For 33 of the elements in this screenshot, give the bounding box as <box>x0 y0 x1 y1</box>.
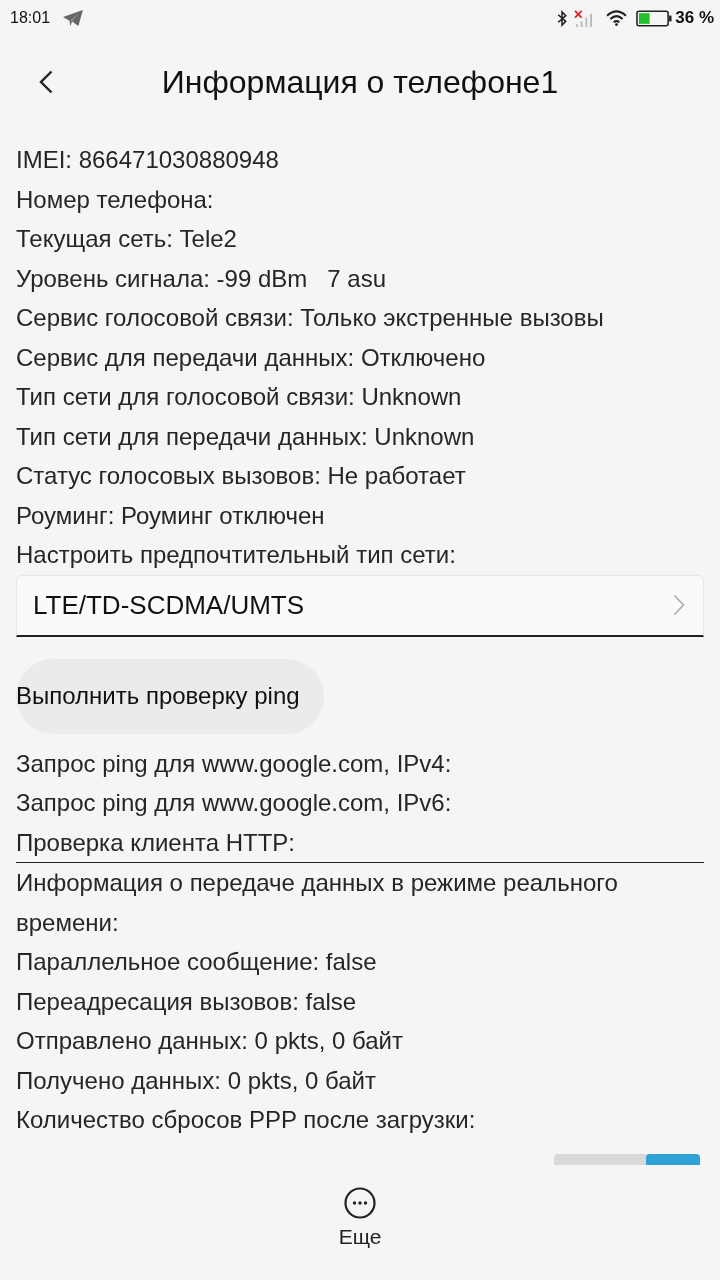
battery-percent: 36 % <box>675 8 714 28</box>
info-text: Текущая сеть: Tele2 <box>16 224 238 254</box>
info-text: Статус голосовых вызовов: Не работает <box>16 461 467 491</box>
data-info-text: Переадресация вызовов: false <box>16 986 358 1017</box>
chevron-right-icon <box>673 594 685 616</box>
info-text: Номер телефона: <box>16 184 215 215</box>
more-options-icon <box>344 1187 376 1219</box>
status-time: 18:01 <box>10 9 51 27</box>
ping-result-text: Запрос ping для www.google.com, IPv4: <box>16 748 453 779</box>
bluetooth-icon <box>557 9 568 27</box>
data-info-text: Отправлено данных: 0 pkts, 0 байт <box>16 1026 404 1056</box>
data-info-text: Информация о передаче данных в режиме реального времени: <box>16 868 619 938</box>
paper-plane-icon <box>62 9 85 27</box>
network-type-dropdown[interactable]: LTE/TD-SCDMA/UMTS <box>16 574 704 637</box>
info-text: IMEI: 866471030880948 <box>16 145 280 175</box>
info-text: Тип сети для передачи данных: Unknown <box>16 421 476 452</box>
more-button[interactable]: Еще <box>330 1165 390 1249</box>
wifi-icon <box>606 10 628 26</box>
info-text: Настроить предпочтительный тип сети: <box>16 540 457 570</box>
info-text: Сервис голосовой связи: Только экстренные вызовы <box>16 303 605 333</box>
data-info-text: Параллельное сообщение: false <box>16 947 378 977</box>
ping-test-button[interactable]: Выполнить проверку ping <box>16 658 324 734</box>
info-text: Роуминг: Роуминг отключен <box>16 500 326 531</box>
data-info-text: Получено данных: 0 pkts, 0 байт <box>16 1065 377 1096</box>
info-text: Тип сети для голосовой связи: Unknown <box>16 382 463 412</box>
no-signal-icon <box>574 9 594 27</box>
data-info-text: Количество сбросов PPP после загрузки: <box>16 1105 477 1135</box>
battery-icon <box>636 9 673 27</box>
info-text: Сервис для передачи данных: Отключено <box>16 342 487 373</box>
page-title: Информация о телефоне1 <box>160 63 560 101</box>
ping-result-text: Проверка клиента HTTP: <box>16 827 296 858</box>
info-text: Уровень сигнала: -99 dBm 7 asu <box>16 263 387 294</box>
ping-result-text: Запрос ping для www.google.com, IPv6: <box>16 788 453 818</box>
